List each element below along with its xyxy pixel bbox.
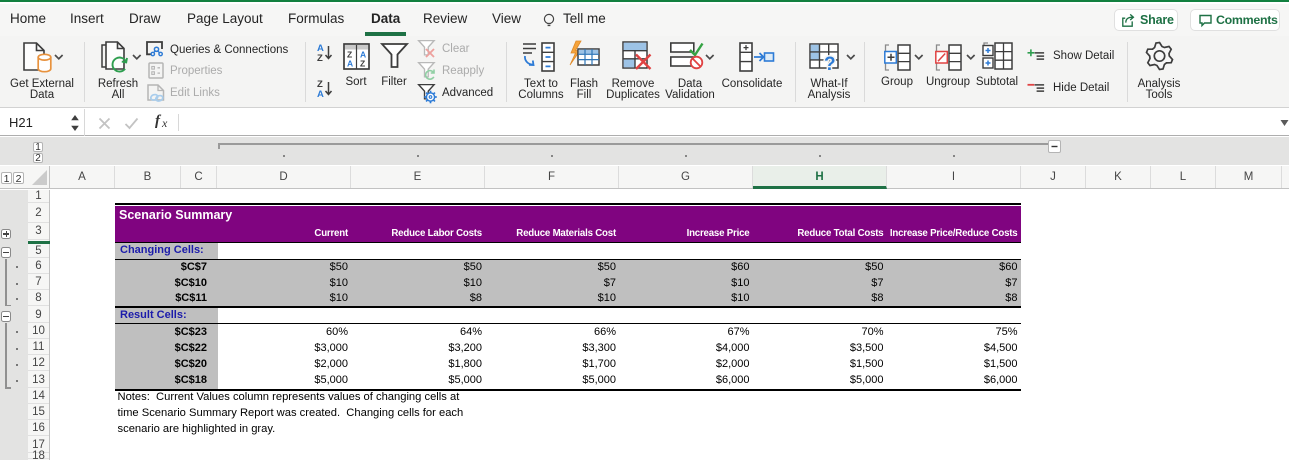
- svg-text:Z: Z: [360, 59, 365, 69]
- svg-text:?: ?: [824, 54, 836, 75]
- svg-text:Z: Z: [317, 53, 323, 64]
- svg-text:A: A: [317, 89, 324, 100]
- svg-text:A: A: [347, 59, 353, 69]
